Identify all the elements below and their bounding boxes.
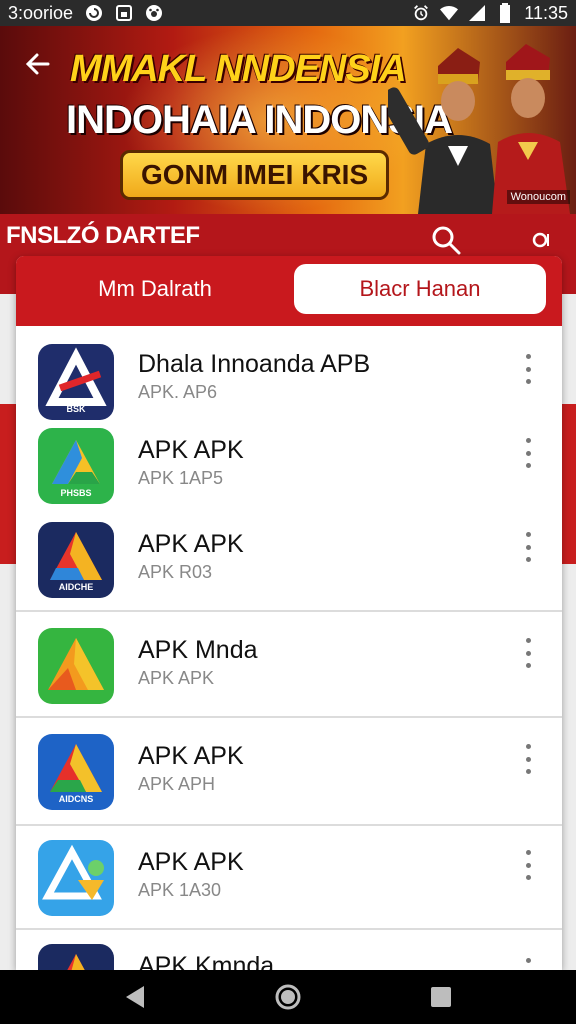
overflow-menu-icon[interactable]: [516, 850, 540, 880]
overflow-menu-icon[interactable]: [516, 744, 540, 774]
banner-title-line1: MMAKL NNDENSIA: [70, 48, 407, 90]
list-item[interactable]: APK APK APK 1A30: [16, 826, 562, 930]
overflow-menu-icon[interactable]: [516, 354, 540, 384]
tab-bar: Mm Dalrath Blacr Hanan: [16, 256, 562, 326]
status-time: 11:35: [524, 2, 568, 23]
banner-badge: Wonoucom: [506, 190, 570, 204]
overflow-menu-icon[interactable]: [516, 438, 540, 468]
status-bar: 3:oorioe 11:35: [0, 0, 576, 26]
banner-pill: GONM IMEI KRIS: [120, 150, 390, 200]
nav-home-icon[interactable]: [273, 982, 303, 1012]
sync-icon: [85, 4, 103, 22]
tab-first[interactable]: Mm Dalrath: [24, 264, 286, 314]
back-button[interactable]: [18, 44, 58, 84]
app-title: APK APK: [138, 848, 244, 876]
app-icon: AIDCNS: [38, 734, 114, 810]
app-title: Dhala Innoanda APB: [138, 350, 371, 378]
wifi-icon: [440, 4, 459, 22]
app-icon: BSK: [38, 344, 114, 420]
arrow-left-icon: [25, 53, 50, 75]
app-subtitle: APK 1AP5: [138, 468, 224, 488]
app-subtitle: APK APK: [138, 668, 215, 688]
app-subtitle: APK 1A30: [138, 880, 222, 900]
status-left-text: 3:oorioe: [8, 2, 74, 23]
alarm-icon: [412, 4, 430, 22]
app-title: APK APK: [138, 530, 244, 558]
tab-second-active[interactable]: Blacr Hanan: [294, 264, 546, 314]
page-title: FNSLZÓ DARTEF: [6, 222, 200, 249]
app-icon: AIDCHE: [38, 522, 114, 598]
battery-icon: [496, 3, 514, 23]
app-icon: PHSBS: [38, 428, 114, 504]
app-icon: [38, 628, 114, 704]
app-title: APK APK: [138, 742, 244, 770]
app-title: APK Mnda: [138, 636, 258, 664]
app-subtitle: APK R03: [138, 562, 213, 582]
status-left: 3:oorioe: [8, 3, 163, 24]
signal-icon: [468, 4, 486, 22]
list-item[interactable]: APK Kmnda: [16, 930, 562, 970]
app-subtitle: APK APH: [138, 774, 216, 794]
list-item[interactable]: BSK Dhala Innoanda APB APK. AP6: [16, 326, 562, 420]
app-icon: [38, 944, 114, 970]
search-icon[interactable]: [430, 224, 462, 256]
overflow-menu-icon[interactable]: [516, 638, 540, 668]
overflow-menu-icon[interactable]: [516, 532, 540, 562]
app-title: APK Kmnda: [138, 952, 275, 970]
app-list-card: Mm Dalrath Blacr Hanan BSK Dhala Innoand…: [16, 256, 562, 970]
app-title: APK APK: [138, 436, 244, 464]
nav-recents-icon[interactable]: [426, 982, 456, 1012]
overflow-menu-icon[interactable]: [516, 958, 540, 970]
app-subtitle: APK. AP6: [138, 382, 218, 402]
square-notification-icon: [115, 4, 133, 22]
nav-back-icon[interactable]: [120, 982, 150, 1012]
app-icon: [38, 840, 114, 916]
paw-notification-icon: [145, 4, 163, 22]
more-options-icon[interactable]: [526, 226, 554, 254]
list-item[interactable]: AIDCNS APK APK APK APH: [16, 718, 562, 826]
status-right: 11:35: [412, 3, 568, 24]
list-item[interactable]: PHSBS APK APK APK 1AP5: [16, 418, 562, 510]
system-navigation-bar: [0, 970, 576, 1024]
hero-banner[interactable]: MMAKL NNDENSIA INDOHAIA INDONSIA GONM IM…: [0, 26, 576, 214]
list-item[interactable]: AIDCHE APK APK APK R03: [16, 510, 562, 612]
list-item[interactable]: APK Mnda APK APK: [16, 612, 562, 718]
banner-people-illustration: [388, 44, 570, 214]
